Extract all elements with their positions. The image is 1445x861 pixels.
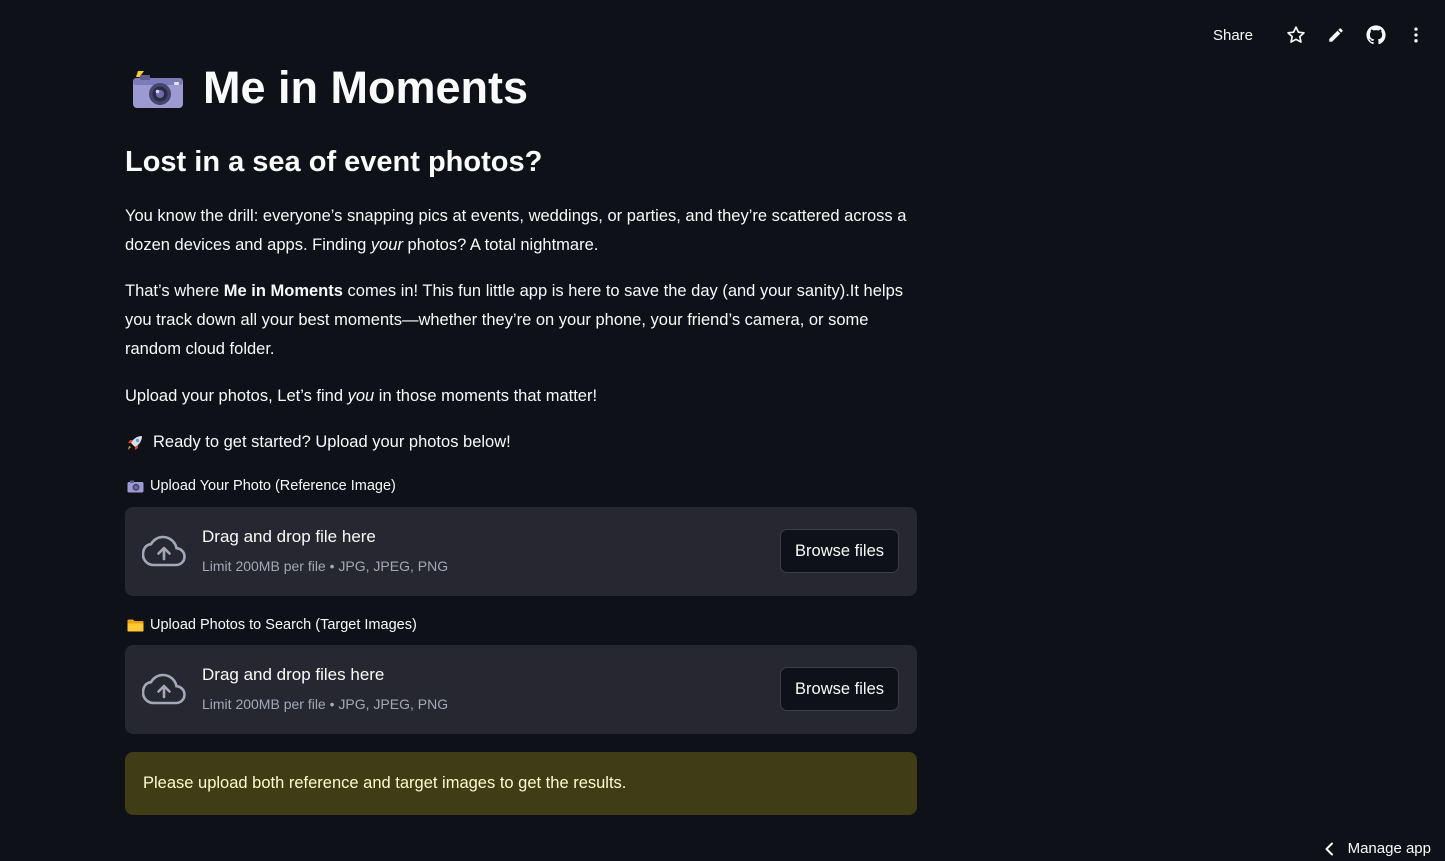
reference-uploader-label: Upload Your Photo (Reference Image) [127, 478, 396, 494]
intro-p1-emphasis: your [370, 236, 403, 254]
intro-paragraph-4: Ready to get started? Upload your photos… [125, 428, 917, 457]
star-icon[interactable] [1281, 20, 1311, 50]
reference-uploader-label-text: Upload Your Photo (Reference Image) [150, 478, 396, 494]
manage-app-button[interactable]: Manage app [1324, 840, 1431, 857]
page-title: Me in Moments [203, 62, 529, 113]
warning-text: Please upload both reference and target … [143, 774, 627, 792]
intro-paragraph-3: Upload your photos, Let’s find you in th… [125, 382, 917, 411]
reference-file-limit: Limit 200MB per file • JPG, JPEG, PNG [202, 558, 449, 574]
rocket-icon [125, 433, 145, 453]
intro-p1-text-end: photos? A total nightmare. [402, 236, 599, 254]
pencil-icon[interactable] [1321, 20, 1351, 50]
manage-app-label: Manage app [1347, 840, 1431, 857]
target-uploader-label-text: Upload Photos to Search (Target Images) [150, 617, 417, 633]
page-title-row: Me in Moments [131, 62, 528, 114]
intro-p2-strong: Me in Moments [223, 282, 343, 300]
github-icon[interactable] [1361, 20, 1391, 50]
camera-icon [127, 479, 144, 493]
target-dropzone[interactable]: Drag and drop files here Limit 200MB per… [125, 645, 917, 734]
more-vertical-icon[interactable] [1401, 20, 1431, 50]
camera-with-flash-icon [131, 66, 185, 110]
target-uploader-label: Upload Photos to Search (Target Images) [127, 617, 417, 633]
cloud-upload-icon [141, 535, 186, 569]
intro-p4-text: Ready to get started? Upload your photos… [153, 433, 511, 451]
cloud-upload-icon [141, 673, 186, 707]
target-file-limit: Limit 200MB per file • JPG, JPEG, PNG [202, 696, 449, 712]
intro-paragraph-1: You know the drill: everyone’s snapping … [125, 202, 917, 260]
target-drop-title: Drag and drop files here [202, 665, 385, 684]
reference-browse-files-button[interactable]: Browse files [780, 529, 899, 573]
chevron-left-icon [1324, 842, 1334, 856]
intro-p3-emphasis: you [347, 387, 375, 405]
reference-drop-title: Drag and drop file here [202, 527, 376, 546]
share-button[interactable]: Share [1213, 27, 1253, 44]
intro-p3-text: Upload your photos, Let’s find [125, 387, 348, 405]
intro-paragraph-2: That’s where Me in Moments comes in! Thi… [125, 277, 917, 364]
warning-alert: Please upload both reference and target … [125, 752, 917, 815]
intro-p3-text-end: in those moments that matter! [374, 387, 598, 405]
folder-icon [127, 618, 144, 632]
reference-dropzone[interactable]: Drag and drop file here Limit 200MB per … [125, 507, 917, 596]
target-browse-files-button[interactable]: Browse files [780, 667, 899, 711]
page-subtitle: Lost in a sea of event photos? [125, 146, 543, 178]
app-toolbar: Share [1213, 20, 1431, 50]
intro-p2-text: That’s where [125, 282, 224, 300]
